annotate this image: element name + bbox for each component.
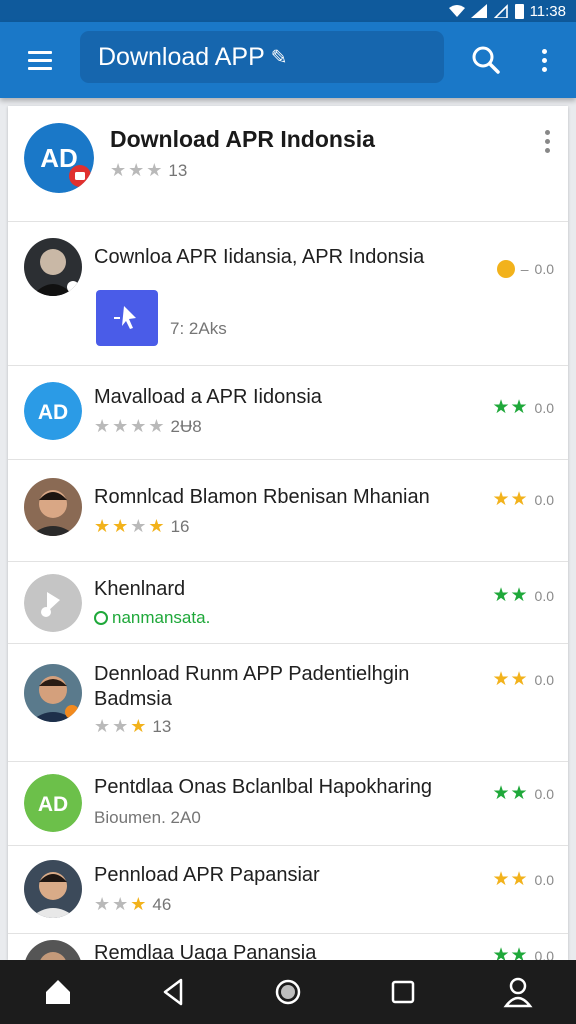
rating-stars: ★★★★ xyxy=(94,516,167,536)
avatar xyxy=(24,478,82,536)
rating-stars: ★★★★ xyxy=(94,416,167,436)
system-nav-bar xyxy=(0,960,576,1024)
avatar xyxy=(24,940,82,960)
green-stars-icon: ★★ xyxy=(492,783,529,804)
rating-value: 0.0 xyxy=(534,871,554,888)
item-subtitle: Bioumen. 2A0 xyxy=(94,808,201,827)
item-rating: ★★ 0.0 xyxy=(492,944,554,960)
yellow-stars-icon: ★★ xyxy=(492,669,529,690)
rating-value: 0.0 xyxy=(534,399,554,416)
rating-value: 0.0 xyxy=(534,785,554,802)
search-field[interactable]: Download APP ✎ xyxy=(80,31,444,83)
app-rating: ★★★ 13 xyxy=(110,160,187,181)
menu-icon[interactable] xyxy=(16,42,64,78)
badge-icon xyxy=(496,260,515,278)
item-title: Romnlcad Blamon Rbenisan Mhanian xyxy=(94,486,430,508)
status-time: 11:38 xyxy=(529,2,566,20)
header-more-icon[interactable] xyxy=(545,130,550,153)
rating-value: 0.0 xyxy=(534,587,554,604)
green-stars-icon: ★★ xyxy=(492,397,529,418)
more-options-icon[interactable] xyxy=(530,40,558,80)
avatar xyxy=(24,860,82,918)
item-subtitle: ★★★★ 16 xyxy=(94,516,190,536)
list-item[interactable]: Khenlnard nanmansata. ★★ 0.0 xyxy=(8,562,568,644)
item-title: Khenlnard xyxy=(94,578,186,600)
list-item[interactable]: AD Pentdlaa Onas Bclanlbal Hapokharing B… xyxy=(8,762,568,846)
list-item[interactable]: AD Mavalload a APR Iidonsia ★★★★ 2Ʉ8 ★★ … xyxy=(8,366,568,460)
rating-count: 13 xyxy=(168,160,188,180)
list-item[interactable]: Cownloa APR Iidansia, APR Indonsia 7: 2A… xyxy=(8,222,568,366)
svg-text:AD: AD xyxy=(38,401,68,424)
cursor-app-icon xyxy=(96,290,158,346)
back-icon[interactable] xyxy=(149,968,197,1016)
item-rating: – 0.0 xyxy=(496,260,554,278)
rating-value: 0.0 xyxy=(534,947,554,961)
item-title: Mavalload a APR Iidonsia xyxy=(94,386,322,408)
yellow-stars-icon: ★★ xyxy=(492,869,529,890)
app-bar: Download APP ✎ xyxy=(0,22,576,98)
avatar xyxy=(24,664,82,722)
list-item[interactable]: Dennload Runm APP Padentielhgin Badmsia … xyxy=(8,644,568,762)
check-icon xyxy=(94,611,108,625)
item-rating: ★★ 0.0 xyxy=(492,668,554,691)
music-icon xyxy=(24,574,82,632)
item-subtitle: ★★★★ 2Ʉ8 xyxy=(94,416,202,436)
green-stars-icon: ★★ xyxy=(492,945,529,960)
svg-text:AD: AD xyxy=(38,793,68,816)
app-logo-icon: AD xyxy=(24,123,94,193)
edit-icon: ✎ xyxy=(270,46,288,69)
app-header-row[interactable]: AD Download APR Indonsia ★★★ 13 xyxy=(8,106,568,222)
battery-icon xyxy=(514,3,524,19)
profile-icon[interactable] xyxy=(494,968,542,1016)
app-logo-icon: AD xyxy=(24,774,82,832)
signal-icon xyxy=(470,4,487,18)
item-subtitle: 7: 2Aks xyxy=(170,319,227,338)
item-title: Remdlaa Uaga Panansia xyxy=(94,942,317,960)
list-item[interactable]: Pennload APR Papansiar ★★★ 46 ★★ 0.0 xyxy=(8,846,568,934)
item-subtitle: ★★★ 13 xyxy=(94,716,172,736)
item-rating: ★★ 0.0 xyxy=(492,396,554,419)
rating-value: 0.0 xyxy=(534,491,554,508)
item-subtitle: ★★★ 46 xyxy=(94,894,172,914)
recents-icon[interactable] xyxy=(379,968,427,1016)
search-icon[interactable] xyxy=(466,40,506,80)
status-bar: 11:38 xyxy=(0,0,576,22)
rating-stars: ★★★ xyxy=(94,894,149,914)
yellow-stars-icon: ★★ xyxy=(492,489,529,510)
app-logo-icon: AD xyxy=(24,382,82,440)
home-icon[interactable] xyxy=(34,968,82,1016)
rating-value: 0.0 xyxy=(534,671,554,688)
item-rating: ★★ 0.0 xyxy=(492,782,554,805)
avatar xyxy=(24,238,82,296)
signal-icon-2 xyxy=(493,4,508,18)
green-stars-icon: ★★ xyxy=(492,585,529,606)
item-rating: ★★ 0.0 xyxy=(492,868,554,891)
rating-stars: ★★★ xyxy=(94,716,149,736)
item-rating: ★★ 0.0 xyxy=(492,488,554,511)
wifi-icon xyxy=(448,5,465,17)
item-subtitle: nanmansata. xyxy=(94,608,210,628)
app-title: Download APR Indonsia xyxy=(110,126,375,152)
item-title: Dennload Runm APP Padentielhgin Badmsia xyxy=(94,663,410,710)
rating-stars: ★★★ xyxy=(110,160,165,180)
list-item[interactable]: Romnlcad Blamon Rbenisan Mhanian ★★★★ 16… xyxy=(8,460,568,562)
item-title: Pentdlaa Onas Bclanlbal Hapokharing xyxy=(94,776,432,798)
home-circle-icon[interactable] xyxy=(264,968,312,1016)
rating-value: 0.0 xyxy=(534,261,554,277)
list-item[interactable]: Remdlaa Uaga Panansia ★★ 0.0 xyxy=(8,934,568,960)
app-list: AD Download APR Indonsia ★★★ 13 Cownloa … xyxy=(8,106,568,960)
item-title: Cownloa APR Iidansia, APR Indonsia xyxy=(94,246,425,268)
app-bar-title: Download APP xyxy=(98,42,265,71)
item-rating: ★★ 0.0 xyxy=(492,584,554,607)
item-title: Pennload APR Papansiar xyxy=(94,864,320,886)
